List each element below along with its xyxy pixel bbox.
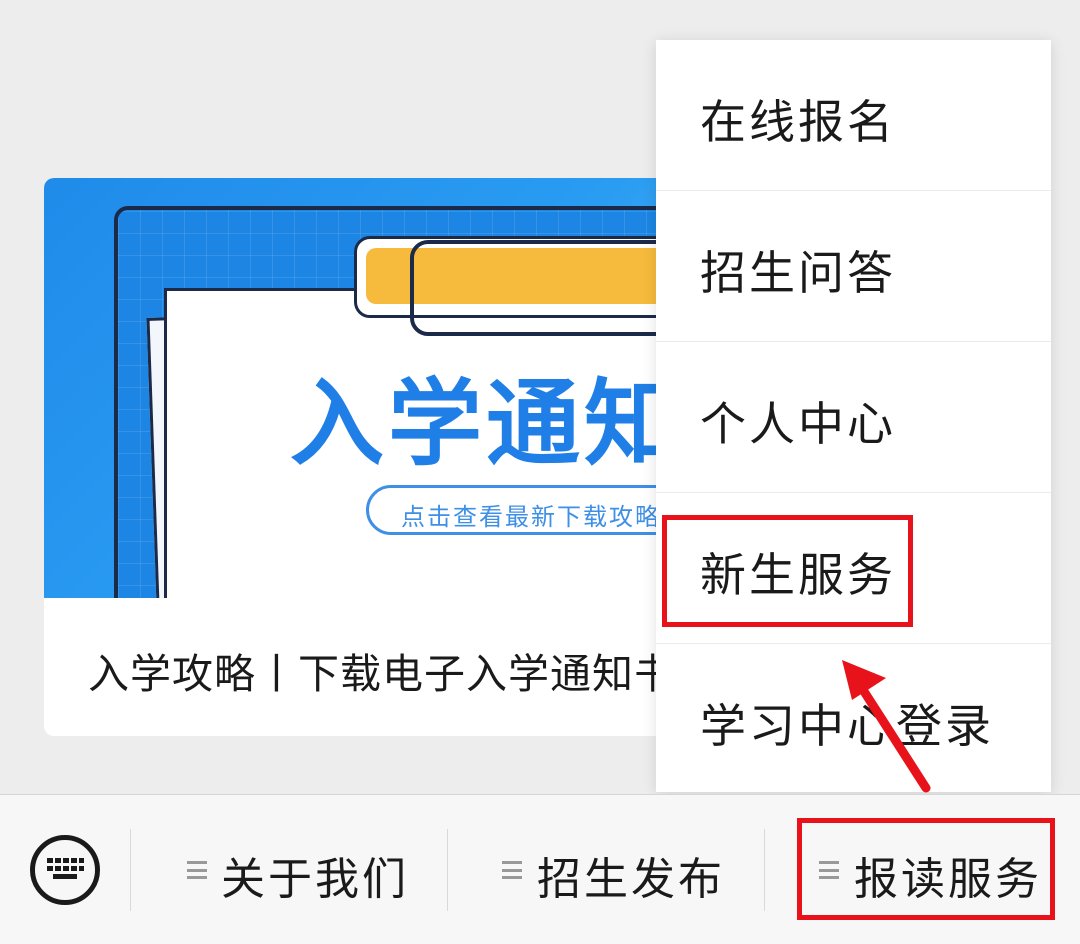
- menu-item-label: 在线报名: [700, 95, 896, 149]
- article-card[interactable]: 入学通知 点击查看最新下载攻略 入学攻略丨下载电子入学通知书: [44, 178, 684, 736]
- cover-clip-ring-graphic: [410, 240, 684, 336]
- menu-item-label: 个人中心: [700, 397, 896, 451]
- bottom-menu-label: 关于我们: [221, 854, 409, 905]
- menu-item-online-signup[interactable]: 在线报名: [656, 40, 1051, 191]
- cover-subtitle: 点击查看最新下载攻略: [401, 503, 661, 531]
- highlight-box-enrollment-service: [797, 818, 1055, 920]
- keyboard-glyph: [47, 858, 84, 879]
- annotation-arrow-icon: [842, 660, 931, 793]
- cover-title: 入学通知: [290, 370, 683, 479]
- menu-lines-icon: [187, 861, 207, 879]
- menu-item-label: 招生问答: [700, 246, 896, 300]
- bottom-menu-label: 招生发布: [537, 854, 725, 905]
- article-cover-image: 入学通知 点击查看最新下载攻略: [44, 178, 684, 598]
- bottom-menu-about-us[interactable]: 关于我们: [131, 795, 447, 944]
- highlight-box-new-student-service: [662, 515, 913, 627]
- menu-item-personal-center[interactable]: 个人中心: [656, 342, 1051, 493]
- menu-lines-icon: [502, 861, 522, 879]
- menu-item-admission-qa[interactable]: 招生问答: [656, 191, 1051, 342]
- bottom-menu-admission-release[interactable]: 招生发布: [448, 795, 764, 944]
- article-title: 入学攻略丨下载电子入学通知书: [88, 650, 676, 698]
- cover-subtitle-pill: 点击查看最新下载攻略: [366, 485, 684, 535]
- keyboard-icon[interactable]: [30, 835, 100, 905]
